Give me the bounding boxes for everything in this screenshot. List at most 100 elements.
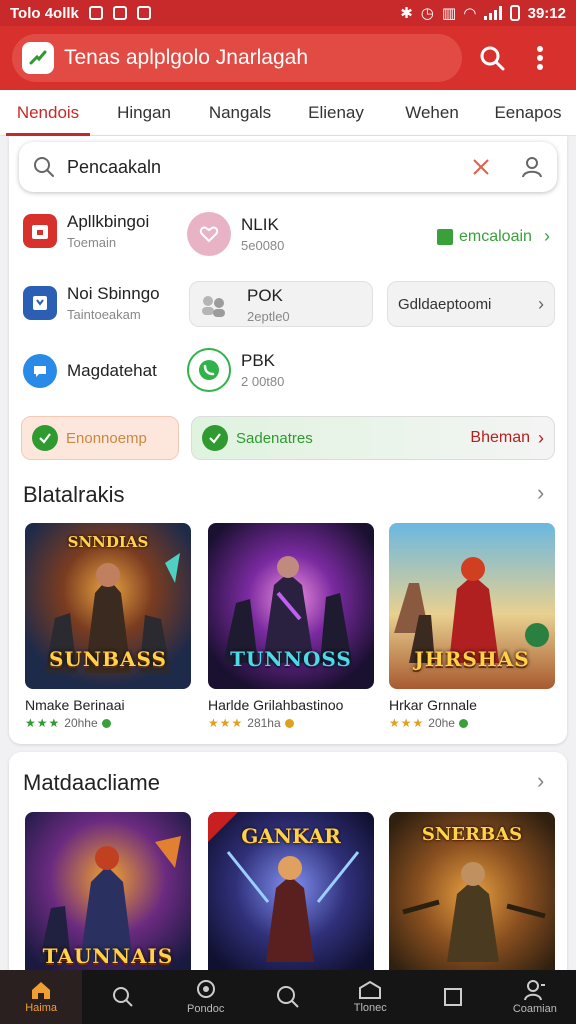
app-title-bar[interactable]: Tenas aplplgolo Jnarlagah <box>12 34 463 82</box>
battery-icon <box>509 5 520 21</box>
app-sub: Toemain <box>67 235 117 250</box>
app-sub: 2 00t80 <box>241 374 285 389</box>
app-item-4[interactable]: NLIK 5e0080 <box>187 212 284 256</box>
section-title: Matdaacliame <box>23 770 160 795</box>
game-cover-image: SNERBAS <box>389 812 555 978</box>
tab-nendois[interactable]: Nendois <box>0 90 96 136</box>
search-icon <box>113 987 134 1007</box>
pill-enonnoemp[interactable]: Enonnoemp <box>21 416 179 460</box>
home-icon <box>32 982 51 999</box>
account-icon <box>523 980 545 1001</box>
nav-search-2[interactable] <box>247 970 329 1024</box>
pill-sadenatres[interactable]: Sadenatres Bheman › <box>191 416 555 460</box>
chevron-right-icon[interactable]: › <box>537 768 544 794</box>
app-item-2[interactable]: Noi Sbinngo Taintoeakam <box>23 284 160 322</box>
game-top-text: SNNDIAS <box>67 533 149 551</box>
shield-icon <box>136 6 151 20</box>
signal-icon <box>483 6 502 20</box>
whatsapp-icon <box>187 348 231 392</box>
bheman-link[interactable]: Bheman <box>470 429 530 447</box>
nav-search[interactable] <box>82 970 164 1024</box>
star-rating-icon: ★★★ <box>25 716 61 730</box>
game-card-5[interactable]: GANKAR <box>208 812 374 978</box>
status-time: 39:12 <box>527 4 566 22</box>
inbox-icon <box>359 980 382 999</box>
game-card-4[interactable]: TAUNNAIS <box>25 812 191 978</box>
nav-pondoc[interactable]: Pondoc <box>165 970 247 1024</box>
app-item-6[interactable]: PBK 2 00t80 <box>187 348 284 392</box>
game-cover-image: TAUNNAIS <box>25 812 191 978</box>
chevron-right-icon: › <box>543 226 550 246</box>
chevron-right-icon[interactable]: › <box>537 480 544 506</box>
tab-eenapos[interactable]: Eenapos <box>480 90 576 136</box>
game-logo-text: TUNNOSS <box>230 647 352 671</box>
search-bar[interactable]: Pencaakaln <box>19 142 557 192</box>
more-vert-icon <box>537 46 544 70</box>
calendar-icon <box>23 214 57 248</box>
check-circle-icon <box>32 425 58 451</box>
nav-coamian[interactable]: Coamian <box>494 970 576 1024</box>
button-label: Gdldaeptoomi <box>398 295 492 313</box>
store-icon <box>23 286 57 320</box>
tab-wehen[interactable]: Wehen <box>384 90 480 136</box>
nav-tlonec[interactable]: Tlonec <box>329 970 411 1024</box>
vibrate-icon: ▥ <box>441 5 457 22</box>
game-logo-text: SUNBASS <box>48 647 168 671</box>
gdldaeptoomi-button[interactable]: Gdldaeptoomi › <box>387 281 555 327</box>
chat-icon <box>23 354 57 388</box>
main-card: Pencaakaln Apllkbingoi Toemain Noi Sbinn… <box>9 136 567 744</box>
section-card-2: Matdaacliame › TAUNNAIS GANKAR SNERBAS <box>9 752 567 982</box>
people-icon <box>197 288 231 322</box>
rating-value: 20he <box>428 716 455 730</box>
person-icon[interactable] <box>521 156 543 178</box>
search-input[interactable]: Pencaakaln <box>67 157 471 178</box>
tab-bar: Nendois Hingan Nangals Elienay Wehen Een… <box>0 90 576 136</box>
emcaloain-link[interactable]: emcaloain › <box>437 226 550 247</box>
nav-home[interactable]: Haima <box>0 970 83 1024</box>
checkbox-icon <box>437 228 453 245</box>
nav-square[interactable] <box>411 970 493 1024</box>
game-card-1[interactable]: SNNDIAS SUNBASS Nmake Berinaai ★★★ 20hhe <box>25 523 191 730</box>
game-card-3[interactable]: JHRSHAS Hrkar Grnnale ★★★ 20he <box>389 523 555 730</box>
app-name: NLIK <box>241 215 279 234</box>
game-logo-text: TAUNNAIS <box>42 944 174 968</box>
app-name: Noi Sbinngo <box>67 284 160 303</box>
game-card-6[interactable]: SNERBAS <box>389 812 555 978</box>
bluetooth-icon: ✱ <box>400 5 413 22</box>
more-button[interactable] <box>516 34 564 82</box>
app-sub: 2eptle0 <box>247 309 290 324</box>
game-cover-image: JHRSHAS <box>389 523 555 689</box>
verified-icon <box>458 718 468 728</box>
app-item-3[interactable]: Magdatehat <box>23 354 157 388</box>
search-button[interactable] <box>468 34 516 82</box>
app-item-5[interactable]: POK 2eptle0 <box>197 286 290 324</box>
app-logo-icon <box>22 42 54 74</box>
star-rating-icon: ★★★ <box>389 716 425 730</box>
nav-label: Haima <box>25 1002 58 1014</box>
tab-nangals[interactable]: Nangals <box>192 90 288 136</box>
tab-hingan[interactable]: Hingan <box>96 90 192 136</box>
notification-icon <box>88 6 103 20</box>
tab-elienay[interactable]: Elienay <box>288 90 384 136</box>
game-top-text: GANKAR <box>241 824 341 848</box>
game-top-text: SNERBAS <box>421 824 523 845</box>
search-icon <box>276 986 299 1008</box>
app-name: Apllkbingoi <box>67 212 150 231</box>
image-icon <box>112 6 127 20</box>
game-rating: ★★★ 281ha <box>208 716 374 730</box>
clear-icon[interactable] <box>471 157 491 177</box>
game-rating: ★★★ 20he <box>389 716 555 730</box>
verified-icon <box>284 718 294 728</box>
nav-label: Pondoc <box>187 1003 225 1015</box>
square-icon <box>443 988 462 1006</box>
app-name: PBK <box>241 351 276 370</box>
alarm-icon: ◷ <box>420 5 434 22</box>
nav-label: Tlonec <box>353 1002 387 1014</box>
wifi-icon: ◠ <box>464 5 476 22</box>
pill-label: Sadenatres <box>236 429 313 447</box>
game-card-2[interactable]: TUNNOSS Harlde Grilahbastinoo ★★★ 281ha <box>208 523 374 730</box>
status-left-text: Tolo 4ollk <box>10 4 79 22</box>
app-item-1[interactable]: Apllkbingoi Toemain <box>23 212 149 250</box>
app-title: Tenas aplplgolo Jnarlagah <box>64 46 309 69</box>
game-cover-image: TUNNOSS <box>208 523 374 689</box>
